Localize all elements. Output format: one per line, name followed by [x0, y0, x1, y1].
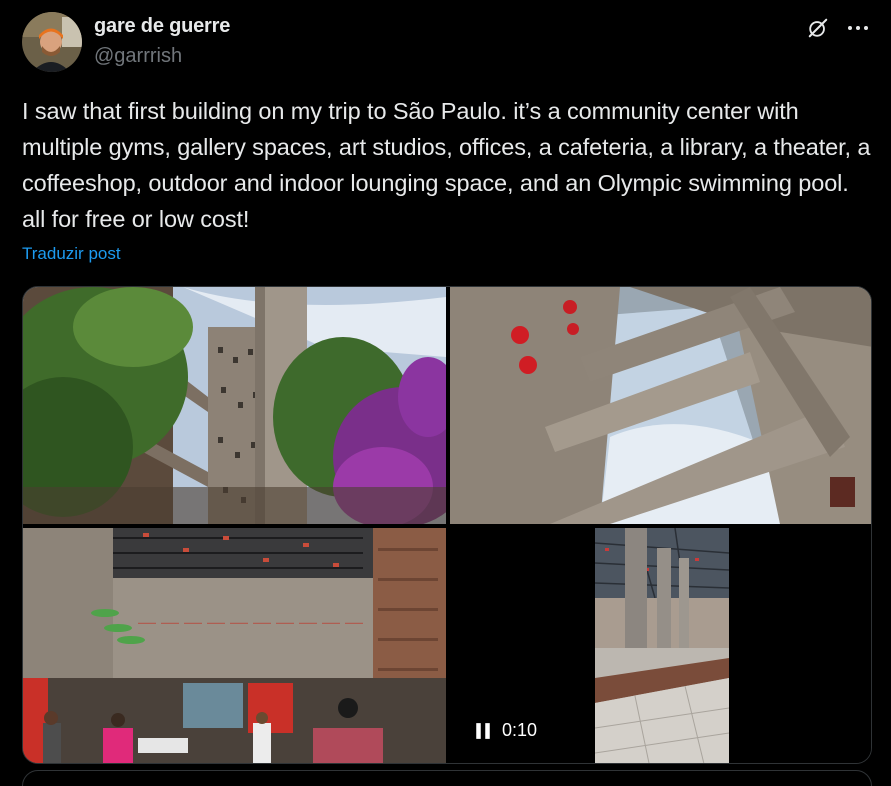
video-frame: [595, 528, 729, 763]
photo-tower[interactable]: [23, 287, 446, 524]
media-grid: — — — — — — — — — — 0:10: [22, 286, 872, 764]
video-thumbnail-image: [595, 528, 729, 763]
svg-text:— — — — — — — — — —: — — — — — — — — — —: [138, 612, 363, 632]
translate-post-link[interactable]: Traduzir post: [22, 244, 121, 264]
grok-icon: [808, 18, 828, 38]
user-handle[interactable]: @garrrish: [94, 45, 182, 68]
display-name[interactable]: gare de guerre: [94, 15, 230, 38]
pause-icon: [476, 722, 490, 739]
more-icon: [848, 26, 868, 30]
photo-concrete-beams[interactable]: [450, 287, 871, 524]
more-options-button[interactable]: [843, 13, 873, 43]
video-timestamp: 0:10: [502, 720, 538, 740]
avatar[interactable]: [22, 12, 82, 72]
grok-button[interactable]: [803, 13, 833, 43]
pause-button[interactable]: [474, 722, 492, 740]
avatar-image: [22, 12, 82, 72]
photo-interior-hall[interactable]: — — — — — — — — — —: [23, 528, 446, 763]
video-player[interactable]: 0:10: [450, 528, 871, 763]
photo-concrete-beams-image: [450, 287, 871, 524]
post-text: I saw that first building on my trip to …: [22, 98, 871, 232]
photo-tower-image: [23, 287, 446, 524]
embedded-card[interactable]: [22, 770, 872, 786]
photo-interior-hall-image: — — — — — — — — — —: [23, 528, 446, 763]
video-controls: 0:10: [474, 720, 537, 741]
